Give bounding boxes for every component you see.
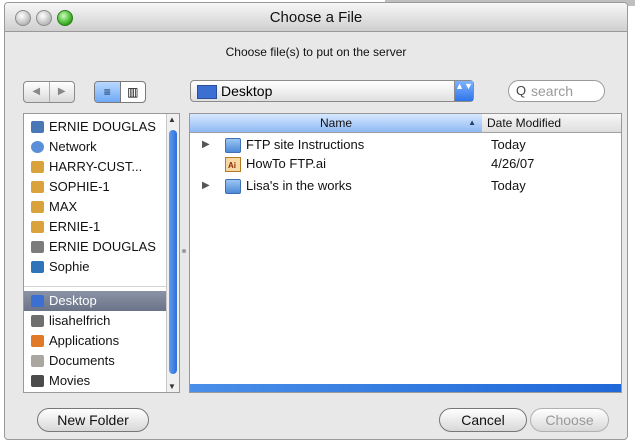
sidebar-item-label: MAX [49,199,78,214]
back-button[interactable]: ◀ [24,82,50,102]
file-browser: Name ▲ Date Modified ▶ FTP site Instruct… [189,113,622,393]
scroll-up-icon[interactable]: ▲ [168,115,176,124]
sidebar-item-harry-cust[interactable]: HARRY-CUST... [24,157,167,177]
sidebar-item-label: Desktop [49,293,97,308]
file-row[interactable]: ▶ FTP site Instructions Today [190,136,621,154]
sidebar-scrollbar[interactable]: ▲ ▼ [166,114,179,392]
location-label: Desktop [221,83,273,99]
sidebar-item-label: SOPHIE-1 [49,179,110,194]
movies-icon [31,375,44,387]
desktop-folder-icon [197,85,217,99]
file-list-header: Name ▲ Date Modified [190,114,621,133]
documents-icon [31,355,44,367]
new-folder-button[interactable]: New Folder [37,408,149,432]
sidebar-item-label: lisahelfrich [49,313,111,328]
search-placeholder: search [531,83,574,99]
sidebar-item-applications[interactable]: Applications [24,331,167,351]
file-name: FTP site Instructions [246,137,365,152]
sidebar-item-ernie-douglas-drive[interactable]: ERNIE DOUGLAS [24,237,167,257]
computer-icon [31,121,44,133]
column-header-label: Name [319,116,352,130]
title-bar: Choose a File [5,3,627,32]
sidebar: ERNIE DOUGLAS Network HARRY-CUST... SOPH… [23,113,180,393]
navigation-buttons: ◀ ▶ [23,81,75,103]
folder-icon [225,138,241,153]
server-icon [31,181,44,193]
sidebar-item-label: ERNIE DOUGLAS [49,239,156,254]
file-row[interactable]: HowTo FTP.ai 4/26/07 [190,155,621,175]
column-view-icon[interactable]: ▥ [121,82,146,102]
drive-icon [31,261,44,273]
sidebar-item-label: Movies [49,373,91,388]
file-date: Today [491,137,526,152]
search-icon: Q [516,83,527,98]
server-icon [31,161,44,173]
sidebar-item-desktop[interactable]: Desktop [24,291,167,311]
desktop-icon [31,295,44,307]
dialog-prompt: Choose file(s) to put on the server [225,45,407,59]
disclosure-triangle-icon[interactable]: ▶ [202,177,210,195]
list-view-icon[interactable]: ≡ [95,82,121,102]
sidebar-item-label: Applications [49,333,120,348]
scroll-down-icon[interactable]: ▼ [168,382,176,391]
applications-icon [31,335,44,347]
network-icon [31,141,44,153]
sort-ascending-icon: ▲ [468,118,476,127]
sidebar-item-label: ERNIE DOUGLAS [49,119,156,134]
file-name: HowTo FTP.ai [246,156,326,171]
illustrator-file-icon [225,157,241,175]
location-popup-arrow-icon: ▲▼ [454,81,473,101]
sidebar-item-ernie-douglas-computer[interactable]: ERNIE DOUGLAS [24,117,167,137]
file-row[interactable]: ▶ Lisa's in the works Today [190,177,621,195]
home-icon [31,315,44,327]
file-date: Today [491,178,526,193]
sidebar-item-network[interactable]: Network [24,137,167,157]
sidebar-item-sophie[interactable]: Sophie [24,257,167,277]
choose-button[interactable]: Choose [530,408,609,432]
splitter-handle-icon[interactable] [182,249,186,253]
window-title: Choose a File [269,9,363,26]
sidebar-splitter[interactable] [180,113,188,391]
server-icon [31,221,44,233]
sidebar-item-label: Sophie [49,259,90,274]
sidebar-item-label: ERNIE-1 [49,219,101,234]
sidebar-item-label: Documents [49,353,115,368]
disclosure-triangle-icon[interactable]: ▶ [202,136,210,154]
sidebar-item-movies[interactable]: Movies [24,371,167,391]
sidebar-item-label: HARRY-CUST... [49,159,143,174]
sidebar-item-label: Network [49,139,97,154]
sidebar-item-sophie-1[interactable]: SOPHIE-1 [24,177,167,197]
file-date: 4/26/07 [491,156,535,171]
view-mode-buttons: ≡ ▥ [94,81,146,103]
choose-file-dialog: Choose a File Choose file(s) to put on t… [4,2,628,440]
sidebar-item-documents[interactable]: Documents [24,351,167,371]
file-browser-horizontal-scrollbar[interactable] [190,384,621,392]
server-icon [31,201,44,213]
cancel-button[interactable]: Cancel [439,408,527,432]
sidebar-item-max[interactable]: MAX [24,197,167,217]
drive-icon [31,241,44,253]
sidebar-scroll-thumb[interactable] [169,130,177,374]
column-header-name[interactable]: Name ▲ [190,114,482,132]
column-header-date-modified[interactable]: Date Modified [487,114,561,132]
forward-button[interactable]: ▶ [50,82,75,102]
sidebar-item-ernie-1[interactable]: ERNIE-1 [24,217,167,237]
folder-icon [225,179,241,194]
sidebar-item-lisahelfrich[interactable]: lisahelfrich [24,311,167,331]
search-field[interactable]: Q search [508,80,605,102]
file-name: Lisa's in the works [246,178,352,193]
sidebar-divider [24,286,167,287]
location-popup[interactable]: Desktop ▲▼ [190,80,474,102]
